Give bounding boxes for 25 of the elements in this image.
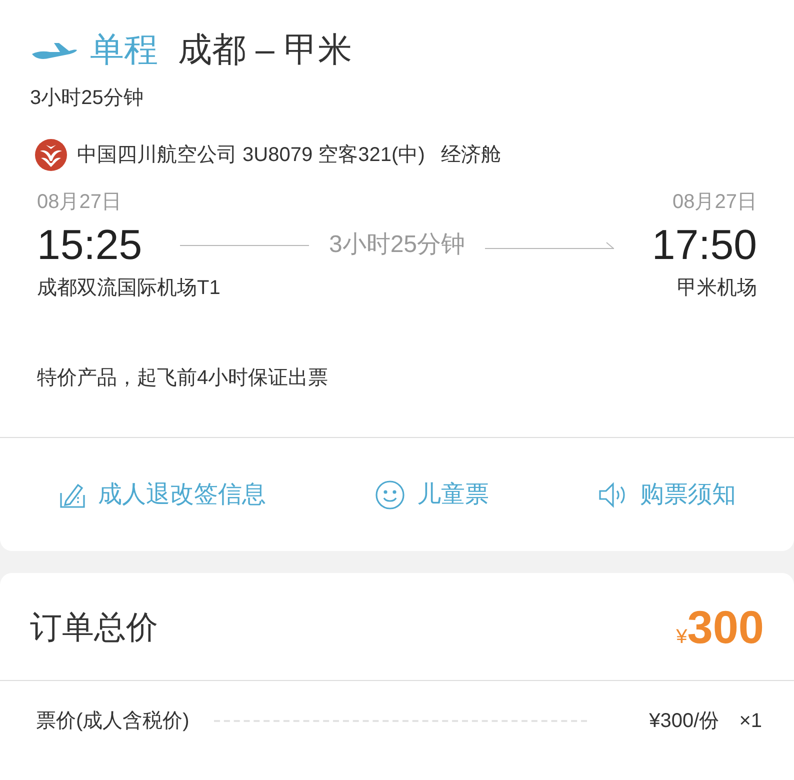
arrival-time: 17:50	[652, 220, 757, 270]
order-total-label: 订单总价	[30, 608, 158, 646]
arrival-date: 08月27日	[672, 190, 757, 215]
info-link[interactable]: 购票须知	[598, 478, 736, 510]
flight-info: 中国四川航空公司 3U8079 空客321(中)	[77, 143, 425, 168]
departure-date: 08月27日	[37, 190, 122, 215]
cabin-class: 经济舱	[440, 143, 501, 168]
currency-symbol: ¥	[676, 624, 688, 648]
smiley-face-icon	[375, 480, 405, 510]
unit-price: ¥300/份	[649, 709, 720, 734]
speaker-icon	[598, 480, 628, 508]
quantity: ×1	[739, 709, 762, 734]
trip-type: 单程	[90, 30, 158, 71]
departure-airport: 成都双流国际机场T1	[37, 276, 220, 301]
departure-time: 15:25	[37, 220, 142, 270]
trip-duration: 3小时25分钟	[30, 87, 144, 109]
arrival-airport: 甲米机场	[677, 276, 757, 301]
ticket-notice: 特价产品，起飞前4小时保证出票	[37, 367, 328, 389]
route-title: 成都 – 甲米	[178, 30, 352, 71]
price-label: 票价(成人含税价)	[36, 709, 190, 734]
airline-logo-icon	[35, 139, 67, 171]
flight-duration: 3小时25分钟	[328, 230, 466, 260]
info-link[interactable]: 儿童票	[375, 478, 489, 510]
info-link[interactable]: 成人退改签信息	[58, 478, 266, 510]
order-total-amount: 300	[687, 600, 764, 652]
